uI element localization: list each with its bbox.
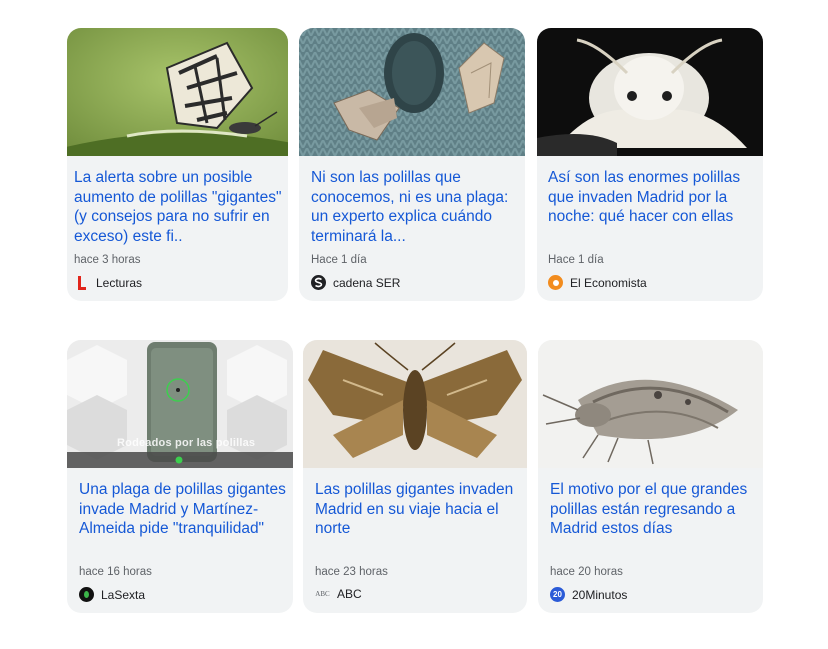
abc-logo: ABC	[315, 590, 330, 598]
news-card[interactable]: Ni son las polillas que conocemos, ni es…	[299, 28, 525, 301]
news-card[interactable]: Así son las enormes polillas que invaden…	[537, 28, 763, 301]
article-thumbnail[interactable]	[538, 340, 763, 468]
article-title[interactable]: La alerta sobre un posible aumento de po…	[74, 168, 282, 246]
article-timestamp: hace 16 horas	[79, 566, 152, 578]
article-timestamp: Hace 1 día	[311, 254, 367, 266]
thumbnail-caption: Rodeados por las polillas	[117, 437, 256, 449]
lecturas-logo	[74, 275, 89, 290]
article-thumbnail[interactable]: Rodeados por las polillas	[67, 340, 293, 468]
lasexta-logo	[79, 587, 94, 602]
article-source[interactable]: LaSexta	[79, 587, 145, 602]
source-name: LaSexta	[101, 587, 146, 602]
article-timestamp: hace 23 horas	[315, 566, 388, 578]
source-name: cadena SER	[333, 275, 401, 290]
article-source[interactable]: 20 20Minutos	[550, 587, 627, 602]
article-title[interactable]: Así son las enormes polillas que invaden…	[548, 168, 758, 227]
article-title[interactable]: Ni son las polillas que conocemos, ni es…	[311, 168, 519, 246]
source-name: ABC	[337, 587, 362, 601]
source-name: Lecturas	[96, 275, 143, 290]
article-source[interactable]: El Economista	[548, 275, 647, 290]
article-title[interactable]: Una plaga de polillas gigantes invade Ma…	[79, 480, 289, 539]
article-timestamp: Hace 1 día	[548, 254, 604, 266]
article-thumbnail[interactable]	[303, 340, 527, 468]
news-card[interactable]: El motivo por el que grandes polillas es…	[538, 340, 763, 613]
article-title[interactable]: Las polillas gigantes invaden Madrid en …	[315, 480, 521, 539]
article-timestamp: hace 3 horas	[74, 254, 141, 266]
20minutos-logo: 20	[550, 587, 565, 602]
article-thumbnail[interactable]	[537, 28, 763, 156]
news-card[interactable]: Rodeados por las polillas Una plaga de p…	[67, 340, 293, 613]
article-thumbnail[interactable]	[299, 28, 525, 156]
article-timestamp: hace 20 horas	[550, 566, 623, 578]
article-title[interactable]: El motivo por el que grandes polillas es…	[550, 480, 756, 539]
article-source[interactable]: Lecturas	[74, 275, 142, 290]
article-source[interactable]: cadena SER	[311, 275, 400, 290]
cadena-ser-logo	[311, 275, 326, 290]
source-name: 20Minutos	[572, 587, 628, 602]
news-card[interactable]: La alerta sobre un posible aumento de po…	[67, 28, 288, 301]
article-thumbnail[interactable]	[67, 28, 288, 156]
news-card[interactable]: Las polillas gigantes invaden Madrid en …	[303, 340, 527, 613]
article-source[interactable]: ABC ABC	[315, 587, 362, 601]
source-name: El Economista	[570, 275, 647, 290]
el-economista-logo	[548, 275, 563, 290]
